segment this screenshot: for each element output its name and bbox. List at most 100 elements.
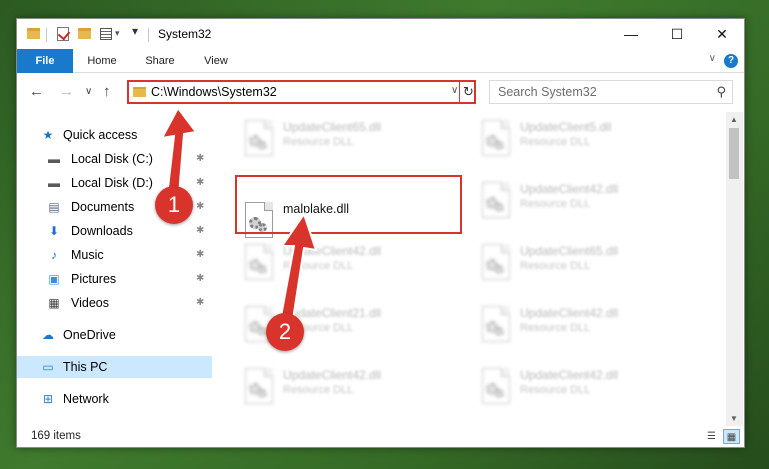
properties-checkmark-icon[interactable] <box>57 27 69 41</box>
pictures-icon: ▣ <box>48 272 60 286</box>
pin-icon[interactable]: ✱ <box>196 177 204 188</box>
dll-file-icon <box>478 366 514 408</box>
sidebar-item-quick-access[interactable]: ★ Quick access <box>17 124 212 146</box>
sidebar-item-label: Local Disk (D:) <box>71 176 153 190</box>
folder-icon <box>27 28 40 39</box>
pin-icon[interactable]: ✱ <box>196 201 204 212</box>
address-path[interactable]: C:\Windows\System32 <box>151 85 277 99</box>
dll-file-icon <box>241 118 277 160</box>
star-icon: ★ <box>42 128 54 142</box>
dll-file-icon <box>241 242 277 284</box>
file-item[interactable]: UpdateClient42.dll Resource DLL <box>470 362 690 412</box>
quick-access-menu-icon[interactable]: ▾ <box>132 24 138 38</box>
sidebar-item-local-disk-c[interactable]: ▬ Local Disk (C:) ✱ <box>17 148 212 170</box>
toolbar-divider <box>46 28 47 42</box>
sidebar-item-downloads[interactable]: ⬇ Downloads ✱ <box>17 220 212 242</box>
pin-icon[interactable]: ✱ <box>196 297 204 308</box>
minimize-button[interactable]: — <box>608 19 654 49</box>
dll-file-icon <box>478 118 514 160</box>
pin-icon[interactable]: ✱ <box>196 249 204 260</box>
tab-home[interactable]: Home <box>79 49 125 73</box>
navigation-bar: ← → ∨ ↑ C:\Windows\System32 ∨ ↻ Search S… <box>17 74 744 110</box>
file-name: UpdateClient42.dll <box>520 182 619 196</box>
drive-icon: ▬ <box>48 152 60 166</box>
close-button[interactable]: ✕ <box>699 19 744 49</box>
new-folder-icon[interactable] <box>78 28 91 39</box>
up-button[interactable]: ↑ <box>103 83 111 100</box>
vertical-scrollbar[interactable]: ▲ ▼ <box>726 112 743 426</box>
dll-file-icon <box>478 180 514 222</box>
file-type: Resource DLL <box>520 136 591 148</box>
quick-access-customize-icon[interactable] <box>100 28 112 40</box>
file-item[interactable]: UpdateClient42.dll Resource DLL <box>470 176 690 226</box>
tab-view[interactable]: View <box>193 49 239 73</box>
file-item[interactable]: UpdateClient5.dll Resource DLL <box>470 114 690 164</box>
sidebar-item-label: Music <box>71 248 104 262</box>
file-type: Resource DLL <box>283 136 354 148</box>
search-icon[interactable]: ⚲ <box>716 84 726 100</box>
file-name: UpdateClient42.dll <box>283 368 382 382</box>
expand-ribbon-icon[interactable]: ∨ <box>709 53 716 64</box>
onedrive-icon: ☁ <box>42 328 54 342</box>
search-input[interactable]: Search System32 ⚲ <box>489 80 733 104</box>
refresh-button[interactable]: ↻ <box>459 81 477 103</box>
computer-icon: ▭ <box>42 360 54 374</box>
file-item[interactable]: UpdateClient42.dll Resource DLL <box>233 362 453 412</box>
file-name: UpdateClient65.dll <box>283 120 382 134</box>
downloads-icon: ⬇ <box>48 224 60 238</box>
sidebar-item-videos[interactable]: ▦ Videos ✱ <box>17 292 212 314</box>
sidebar-item-pictures[interactable]: ▣ Pictures ✱ <box>17 268 212 290</box>
sidebar-item-this-pc[interactable]: ▭ This PC <box>17 356 212 378</box>
file-item[interactable]: UpdateClient65.dll Resource DLL <box>470 238 690 288</box>
large-icons-view-icon[interactable]: ▦ <box>723 429 740 444</box>
sidebar-item-music[interactable]: ♪ Music ✱ <box>17 244 212 266</box>
file-type: Resource DLL <box>520 384 591 396</box>
pin-icon[interactable]: ✱ <box>196 273 204 284</box>
file-item[interactable]: UpdateClient65.dll Resource DLL <box>233 114 453 164</box>
pin-icon[interactable]: ✱ <box>196 225 204 236</box>
sidebar-item-label: Quick access <box>63 128 138 142</box>
help-icon[interactable]: ? <box>724 54 738 68</box>
file-type: Resource DLL <box>520 322 591 334</box>
file-item[interactable]: UpdateClient42.dll Resource DLL <box>233 238 453 288</box>
videos-icon: ▦ <box>48 296 60 310</box>
file-name: UpdateClient65.dll <box>520 244 619 258</box>
sidebar-item-label: Pictures <box>71 272 117 286</box>
sidebar-item-network[interactable]: ⊞ Network <box>17 388 212 410</box>
back-button[interactable]: ← <box>29 83 44 100</box>
forward-button[interactable]: → <box>59 83 74 100</box>
recent-locations-button[interactable]: ∨ <box>85 86 92 97</box>
highlight-box <box>235 175 462 234</box>
file-name: UpdateClient42.dll <box>283 244 382 258</box>
dll-file-icon <box>241 366 277 408</box>
file-name: UpdateClient42.dll <box>520 306 619 320</box>
scroll-down-icon[interactable]: ▼ <box>730 414 738 423</box>
drive-icon: ▬ <box>48 176 60 190</box>
documents-icon: ▤ <box>48 200 60 214</box>
address-dropdown-icon[interactable]: ∨ <box>451 85 458 96</box>
pin-icon[interactable]: ✱ <box>196 153 204 164</box>
sidebar-item-label: This PC <box>63 360 108 374</box>
maximize-button[interactable]: ☐ <box>654 19 700 49</box>
tab-file[interactable]: File <box>17 49 73 73</box>
folder-icon <box>133 87 146 97</box>
scroll-thumb[interactable] <box>729 128 739 179</box>
search-placeholder: Search System32 <box>498 85 597 99</box>
sidebar-item-label: OneDrive <box>63 328 116 342</box>
file-type: Resource DLL <box>283 260 354 272</box>
sidebar-item-onedrive[interactable]: ☁ OneDrive <box>17 324 212 346</box>
file-type: Resource DLL <box>520 198 591 210</box>
music-icon: ♪ <box>51 248 57 262</box>
chevron-down-icon[interactable]: ▾ <box>115 28 120 39</box>
details-view-icon[interactable]: ☰ <box>703 429 720 444</box>
scroll-up-icon[interactable]: ▲ <box>730 115 738 124</box>
file-type: Resource DLL <box>520 260 591 272</box>
dll-file-icon <box>478 304 514 346</box>
address-bar[interactable]: C:\Windows\System32 ∨ ↻ <box>127 80 476 104</box>
sidebar-item-label: Documents <box>71 200 135 214</box>
title-divider <box>148 28 149 42</box>
sidebar-item-label: Local Disk (C:) <box>71 152 153 166</box>
file-item[interactable]: UpdateClient42.dll Resource DLL <box>470 300 690 350</box>
tab-share[interactable]: Share <box>137 49 183 73</box>
sidebar-item-label: Network <box>63 392 109 406</box>
